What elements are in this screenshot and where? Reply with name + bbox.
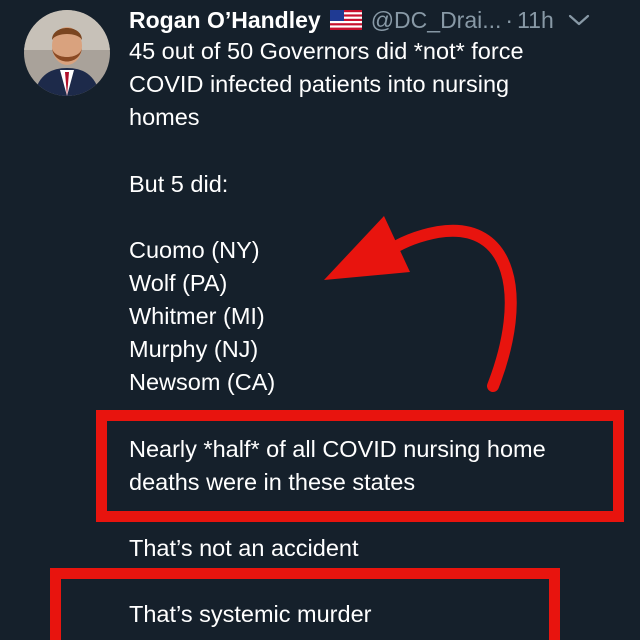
avatar-image bbox=[24, 10, 110, 96]
timestamp[interactable]: 11h bbox=[517, 7, 554, 34]
separator-dot: · bbox=[505, 6, 514, 33]
avatar[interactable] bbox=[24, 10, 110, 96]
tweet-text-line: 45 out of 50 Governors did *not* force bbox=[129, 38, 524, 64]
chevron-down-icon[interactable] bbox=[568, 13, 590, 27]
highlight-box-deaths bbox=[96, 410, 624, 522]
tweet-header: Rogan O’Handley @DC_Drai... · 11h bbox=[129, 4, 590, 36]
tweet-text-line: COVID infected patients into nursing bbox=[129, 71, 510, 97]
tweet-text-line: homes bbox=[129, 104, 200, 130]
tweet-card: Rogan O’Handley @DC_Drai... · 11h 45 out… bbox=[0, 0, 640, 640]
us-flag-icon bbox=[329, 10, 362, 30]
tweet-text-line: But 5 did: bbox=[129, 171, 229, 197]
highlight-box-murder bbox=[50, 568, 560, 640]
governor-list-item: Wolf (PA) bbox=[129, 270, 228, 296]
author-handle[interactable]: @DC_Drai... bbox=[371, 7, 502, 34]
red-arrow-annotation bbox=[324, 216, 517, 392]
governor-list-item: Murphy (NJ) bbox=[129, 336, 259, 362]
governor-list-item: Newsom (CA) bbox=[129, 369, 276, 395]
author-name[interactable]: Rogan O’Handley bbox=[129, 7, 321, 34]
governor-list-item: Cuomo (NY) bbox=[129, 237, 260, 263]
tweet-text-line: That’s not an accident bbox=[129, 535, 359, 561]
governor-list-item: Whitmer (MI) bbox=[129, 303, 265, 329]
